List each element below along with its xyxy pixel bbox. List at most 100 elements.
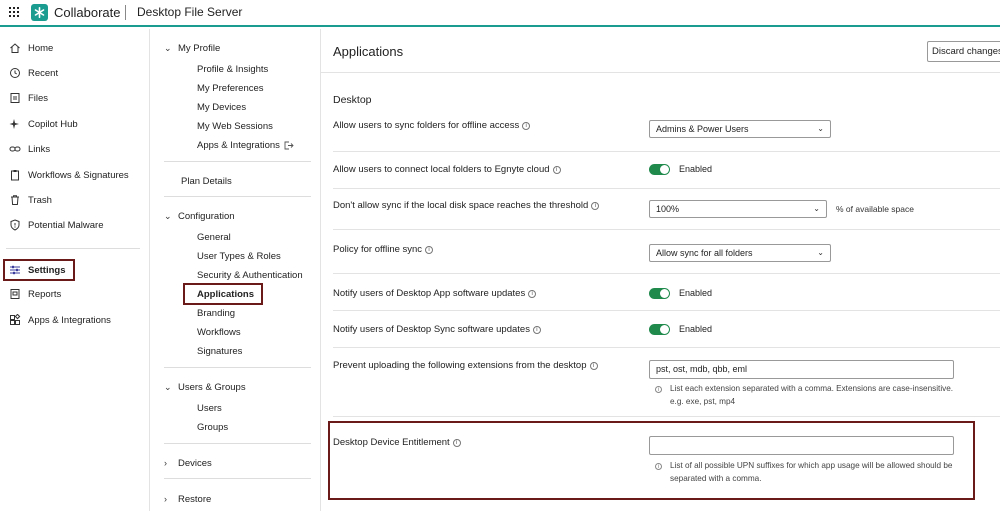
nav-label: Potential Malware	[28, 219, 104, 231]
apps-icon	[10, 314, 21, 325]
notify-sync-toggle[interactable]	[649, 324, 670, 335]
brand-name: Collaborate	[54, 5, 121, 20]
info-icon[interactable]: i	[532, 326, 541, 334]
section-title: Plan Details	[181, 175, 232, 187]
info-icon[interactable]: i	[552, 166, 561, 174]
subnav-item-users[interactable]: Users	[197, 401, 222, 415]
nav-item-copilot-hub[interactable]: Copilot Hub	[0, 114, 150, 134]
section-users-groups[interactable]: ⌄ Users & Groups	[164, 379, 246, 395]
subnav-divider	[164, 196, 311, 197]
chevron-down-icon: ⌄	[817, 248, 824, 257]
page-title: Applications	[333, 44, 404, 59]
setting-label-prevent-ext: Prevent uploading the following extensio…	[333, 360, 598, 371]
row-divider	[333, 347, 1000, 348]
applications-highlight-box	[183, 283, 263, 305]
connect-local-toggle[interactable]	[649, 164, 670, 175]
subnav-item-my-devices[interactable]: My Devices	[197, 100, 246, 114]
toggle-label: Enabled	[679, 164, 713, 174]
subnav-item-workflows[interactable]: Workflows	[197, 325, 241, 339]
sync-offline-select[interactable]: Admins & Power Users ⌄	[649, 120, 831, 138]
top-bar: Collaborate Desktop File Server	[0, 0, 1000, 27]
subnav-item-general[interactable]: General	[197, 230, 231, 244]
prevent-ext-input[interactable]: pst, ost, mdb, qbb, eml	[649, 360, 954, 379]
nav-item-home[interactable]: Home	[0, 38, 150, 58]
row-divider	[333, 229, 1000, 230]
subnav-item-my-preferences[interactable]: My Preferences	[197, 81, 264, 95]
subnav-item-my-web-sessions[interactable]: My Web Sessions	[197, 119, 273, 133]
nav-label: Recent	[28, 67, 59, 79]
chevron-down-icon: ⌄	[164, 381, 172, 392]
app-title: Desktop File Server	[137, 5, 243, 19]
subnav-item-signatures[interactable]: Signatures	[197, 344, 242, 358]
notify-app-toggle[interactable]	[649, 288, 670, 299]
nav-item-reports[interactable]: Reports	[0, 284, 150, 304]
subnav-item-profile-insights[interactable]: Profile & Insights	[197, 62, 268, 76]
nav-label: Workflows & Signatures	[28, 169, 129, 181]
setting-label-sync-offline: Allow users to sync folders for offline …	[333, 120, 531, 131]
row-divider	[333, 310, 1000, 311]
toggle-label: Enabled	[679, 288, 713, 298]
external-link-icon	[284, 141, 294, 149]
section-devices[interactable]: › Devices	[164, 455, 212, 471]
chevron-down-icon: ⌄	[813, 204, 820, 213]
subnav-divider	[164, 367, 311, 368]
trash-icon	[11, 195, 19, 205]
nav-divider	[6, 248, 140, 249]
disk-threshold-select[interactable]: 100% ⌄	[649, 200, 827, 218]
toggle-label: Enabled	[679, 324, 713, 334]
setting-label-offline-policy: Policy for offline sync i	[333, 244, 434, 255]
left-nav: Home Recent Files Copilot Hub Links Work…	[0, 29, 150, 511]
subnav-divider	[164, 161, 311, 162]
info-icon: i	[655, 386, 662, 393]
subnav-item-groups[interactable]: Groups	[197, 420, 228, 434]
brand-divider	[125, 5, 126, 20]
subnav-item-branding[interactable]: Branding	[197, 306, 235, 320]
shield-icon	[10, 219, 20, 231]
offline-policy-select[interactable]: Allow sync for all folders ⌄	[649, 244, 831, 262]
info-icon[interactable]: i	[528, 290, 537, 298]
discard-changes-button[interactable]: Discard changes	[927, 41, 1000, 62]
info-icon[interactable]: i	[425, 246, 434, 254]
nav-item-files[interactable]: Files	[0, 88, 150, 108]
settings-subnav: ⌄ My Profile Profile & Insights My Prefe…	[150, 29, 321, 511]
nav-item-potential-malware[interactable]: Potential Malware	[0, 215, 150, 235]
setting-label-disk-threshold: Don't allow sync if the local disk space…	[333, 200, 600, 211]
nav-label: Trash	[28, 194, 52, 206]
section-my-profile[interactable]: ⌄ My Profile	[164, 40, 220, 56]
settings-highlight-box	[3, 259, 75, 281]
subnav-item-user-types-roles[interactable]: User Types & Roles	[197, 249, 281, 263]
info-icon[interactable]: i	[591, 202, 600, 210]
subnav-item-label: Apps & Integrations	[197, 139, 280, 151]
section-title: Configuration	[178, 210, 235, 222]
chevron-down-icon: ⌄	[817, 124, 824, 133]
nav-label: Copilot Hub	[28, 118, 78, 130]
row-divider	[333, 151, 1000, 152]
nav-item-trash[interactable]: Trash	[0, 190, 150, 210]
section-title: Devices	[178, 457, 212, 469]
nav-item-recent[interactable]: Recent	[0, 63, 150, 83]
section-restore[interactable]: › Restore	[164, 491, 211, 507]
nav-item-workflows-signatures[interactable]: Workflows & Signatures	[0, 165, 150, 185]
subnav-item-apps-integrations[interactable]: Apps & Integrations	[197, 138, 294, 152]
nav-label: Reports	[28, 288, 62, 300]
subnav-item-plan-details[interactable]: Plan Details	[181, 173, 232, 189]
clock-icon	[10, 68, 20, 78]
nav-item-links[interactable]: Links	[0, 139, 150, 159]
section-configuration[interactable]: ⌄ Configuration	[164, 208, 235, 224]
app-launcher-icon[interactable]	[9, 7, 19, 17]
home-icon	[10, 43, 20, 53]
title-divider	[321, 72, 1000, 73]
chevron-down-icon: ⌄	[164, 42, 172, 53]
subnav-item-security-authentication[interactable]: Security & Authentication	[197, 268, 303, 282]
entitlement-highlight-box	[328, 421, 975, 500]
section-title: Restore	[178, 493, 212, 505]
nav-label: Apps & Integrations	[28, 314, 111, 326]
prevent-ext-help: List each extension separated with a com…	[670, 384, 954, 406]
row-divider	[333, 188, 1000, 189]
collaborate-logo-icon[interactable]	[31, 4, 48, 21]
main-content: Applications Discard changes Desktop All…	[321, 29, 1000, 511]
section-title: My Profile	[178, 42, 221, 54]
nav-item-apps-integrations[interactable]: Apps & Integrations	[0, 310, 150, 330]
info-icon[interactable]: i	[522, 122, 531, 130]
info-icon[interactable]: i	[589, 362, 598, 370]
